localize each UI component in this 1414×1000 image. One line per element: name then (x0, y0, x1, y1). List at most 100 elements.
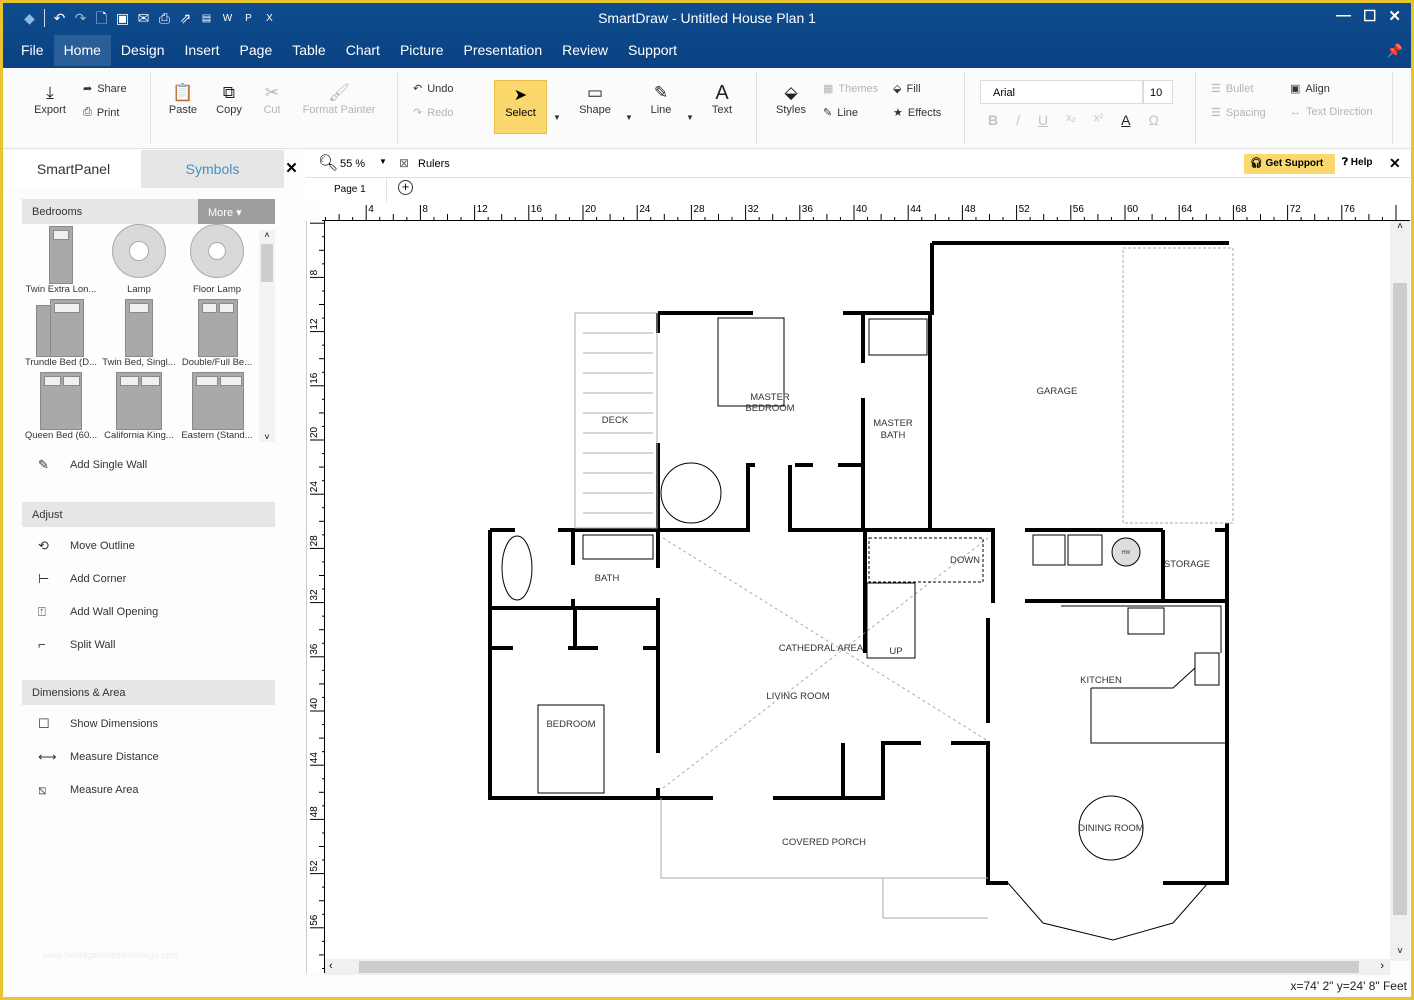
copy-button[interactable]: ⧉ Copy (214, 82, 244, 116)
underline-button[interactable]: U (1038, 112, 1048, 128)
horizontal-scroll-thumb[interactable] (359, 961, 1359, 973)
pin-ribbon-icon[interactable]: 📌 (1387, 43, 1403, 59)
tub (660, 462, 722, 524)
show-dimensions-checkbox[interactable]: ☐ Show Dimensions (38, 716, 158, 732)
scroll-left-icon[interactable]: ‹ (329, 960, 333, 972)
scroll-down-icon[interactable]: ˅ (259, 432, 275, 442)
menu-file[interactable]: File (11, 35, 54, 66)
horizontal-scrollbar[interactable]: ‹ › (325, 959, 1390, 975)
select-button[interactable]: ➤ Select (494, 80, 547, 134)
rulers-toggle[interactable]: Rulers (418, 158, 450, 170)
format-painter-button[interactable]: 🖌 Format Painter (301, 82, 377, 116)
undo-button[interactable]: ↶ Undo (413, 82, 454, 96)
text-direction-button[interactable]: ↔ Text Direction (1290, 106, 1373, 118)
menu-presentation[interactable]: Presentation (454, 35, 553, 66)
bold-button[interactable]: B (988, 112, 998, 128)
title-bar: ◆ ↶ ↷ 🗋 ▣ ✉ ⎙ ⇗ ▤ W P X SmartDraw - Unti… (3, 3, 1411, 68)
line-style-button[interactable]: ✎ Line (823, 106, 858, 120)
symbol-item[interactable]: Trundle Bed (D... (22, 297, 100, 370)
export-button[interactable]: ⤓ Export (31, 82, 69, 116)
superscript-button[interactable]: x² (1094, 112, 1103, 128)
symbol-item[interactable]: Lamp (100, 224, 178, 297)
scroll-down-icon[interactable]: ˅ (1390, 946, 1410, 957)
add-wall-opening-button[interactable]: ⍐ Add Wall Opening (38, 604, 158, 620)
split-wall-button[interactable]: ⌐ Split Wall (38, 637, 115, 652)
page-tab[interactable]: Page 1 (334, 184, 366, 195)
drawing-canvas[interactable]: DECK MASTER BEDROOM MASTER BATH GARAGE B… (325, 221, 1390, 959)
symbol-item[interactable]: Floor Lamp (178, 224, 256, 297)
add-wall-opening-label: Add Wall Opening (70, 606, 159, 618)
close-button[interactable]: ✕ (1388, 7, 1401, 25)
cut-button[interactable]: ✂ Cut (259, 82, 285, 116)
shape-dropdown-icon[interactable]: ▼ (625, 113, 633, 122)
scroll-up-icon[interactable]: ˄ (1390, 221, 1410, 232)
help-button[interactable]: ❓︎ Help (1342, 157, 1372, 168)
menu-table[interactable]: Table (282, 35, 335, 66)
symbol-item[interactable]: Twin Extra Lon... (22, 224, 100, 297)
measure-distance-button[interactable]: ⟷ Measure Distance (38, 749, 159, 765)
share-button[interactable]: ➦ Share (83, 82, 127, 96)
symbol-item[interactable]: Eastern (Stand... (178, 370, 256, 443)
menu-page[interactable]: Page (230, 35, 283, 66)
themes-button[interactable]: ▦ Themes (823, 82, 878, 96)
styles-button[interactable]: ⬙ Styles (774, 82, 808, 116)
scroll-right-icon[interactable]: › (1380, 960, 1384, 972)
vertical-scroll-thumb[interactable] (1393, 283, 1407, 915)
zoom-level[interactable]: 55 % (340, 158, 365, 170)
effects-button[interactable]: ★ Effects (893, 106, 941, 120)
font-color-button[interactable]: A (1121, 112, 1130, 128)
floor-plan[interactable]: DECK MASTER BEDROOM MASTER BATH GARAGE B… (325, 221, 1390, 959)
symbol-item[interactable]: Queen Bed (60... (22, 370, 100, 443)
maximize-button[interactable]: ☐ (1363, 7, 1376, 25)
align-button[interactable]: ▣ Align (1290, 82, 1330, 96)
symbol-scrollbar[interactable]: ˄ ˅ (259, 230, 275, 442)
window-title: SmartDraw - Untitled House Plan 1 (598, 10, 816, 26)
bathtub (501, 535, 533, 601)
room-label: CATHEDRAL AREA (779, 643, 864, 654)
scroll-thumb[interactable] (261, 244, 273, 282)
paste-button[interactable]: 📋 Paste (166, 82, 200, 116)
line-button[interactable]: ✎ Line (648, 82, 674, 116)
symbol-item[interactable]: California King... (100, 370, 178, 443)
text-button[interactable]: A Text (709, 82, 735, 116)
fill-button[interactable]: ⬙ Fill (893, 82, 921, 96)
italic-button[interactable]: / (1016, 112, 1020, 128)
tab-smartpanel[interactable]: SmartPanel (6, 150, 141, 188)
add-single-wall-button[interactable]: ✎ Add Single Wall (38, 457, 147, 473)
minimize-button[interactable]: — (1336, 7, 1351, 25)
menu-insert[interactable]: Insert (175, 35, 230, 66)
select-dropdown-icon[interactable]: ▼ (553, 113, 561, 122)
wall (490, 530, 660, 798)
menu-support[interactable]: Support (618, 35, 687, 66)
scroll-up-icon[interactable]: ˄ (259, 230, 275, 240)
menu-review[interactable]: Review (552, 35, 618, 66)
more-button[interactable]: More ▾ (198, 199, 275, 224)
get-support-button[interactable]: 🎧︎ Get Support (1244, 154, 1335, 174)
zoom-dropdown-icon[interactable]: ▼ (379, 157, 387, 166)
add-corner-button[interactable]: ⊢ Add Corner (38, 571, 126, 587)
close-canvas-toolbar-icon[interactable]: ✕ (1389, 155, 1401, 172)
tab-symbols[interactable]: Symbols (141, 150, 284, 188)
subscript-button[interactable]: x₂ (1066, 112, 1076, 128)
measure-area-button[interactable]: ⧅ Measure Area (38, 782, 138, 798)
menu-home[interactable]: Home (53, 35, 111, 66)
print-button[interactable]: ⎙ Print (83, 106, 119, 119)
vertical-scrollbar[interactable]: ˄ ˅ (1390, 221, 1410, 961)
close-panel-icon[interactable]: ✕ (284, 150, 299, 188)
zoom-icon[interactable]: 🔍︎ (318, 153, 338, 173)
symbol-item[interactable]: Twin Bed, Singl... (100, 297, 178, 370)
symbol-item[interactable]: Double/Full Be... (178, 297, 256, 370)
move-outline-button[interactable]: ⟲ Move Outline (38, 538, 135, 554)
font-family-input[interactable]: Arial (980, 80, 1143, 104)
menu-design[interactable]: Design (111, 35, 175, 66)
font-size-input[interactable]: 10 (1143, 80, 1173, 104)
menu-chart[interactable]: Chart (336, 35, 390, 66)
shape-button[interactable]: ▭ Shape (577, 82, 613, 116)
bullet-button[interactable]: ☰ Bullet (1211, 82, 1253, 96)
redo-button[interactable]: ↷ Redo (413, 106, 454, 120)
menu-picture[interactable]: Picture (390, 35, 454, 66)
add-page-button[interactable]: + (398, 180, 413, 195)
symbol-button[interactable]: Ω (1148, 112, 1158, 128)
line-dropdown-icon[interactable]: ▼ (686, 113, 694, 122)
spacing-button[interactable]: ☰ Spacing (1211, 106, 1266, 120)
